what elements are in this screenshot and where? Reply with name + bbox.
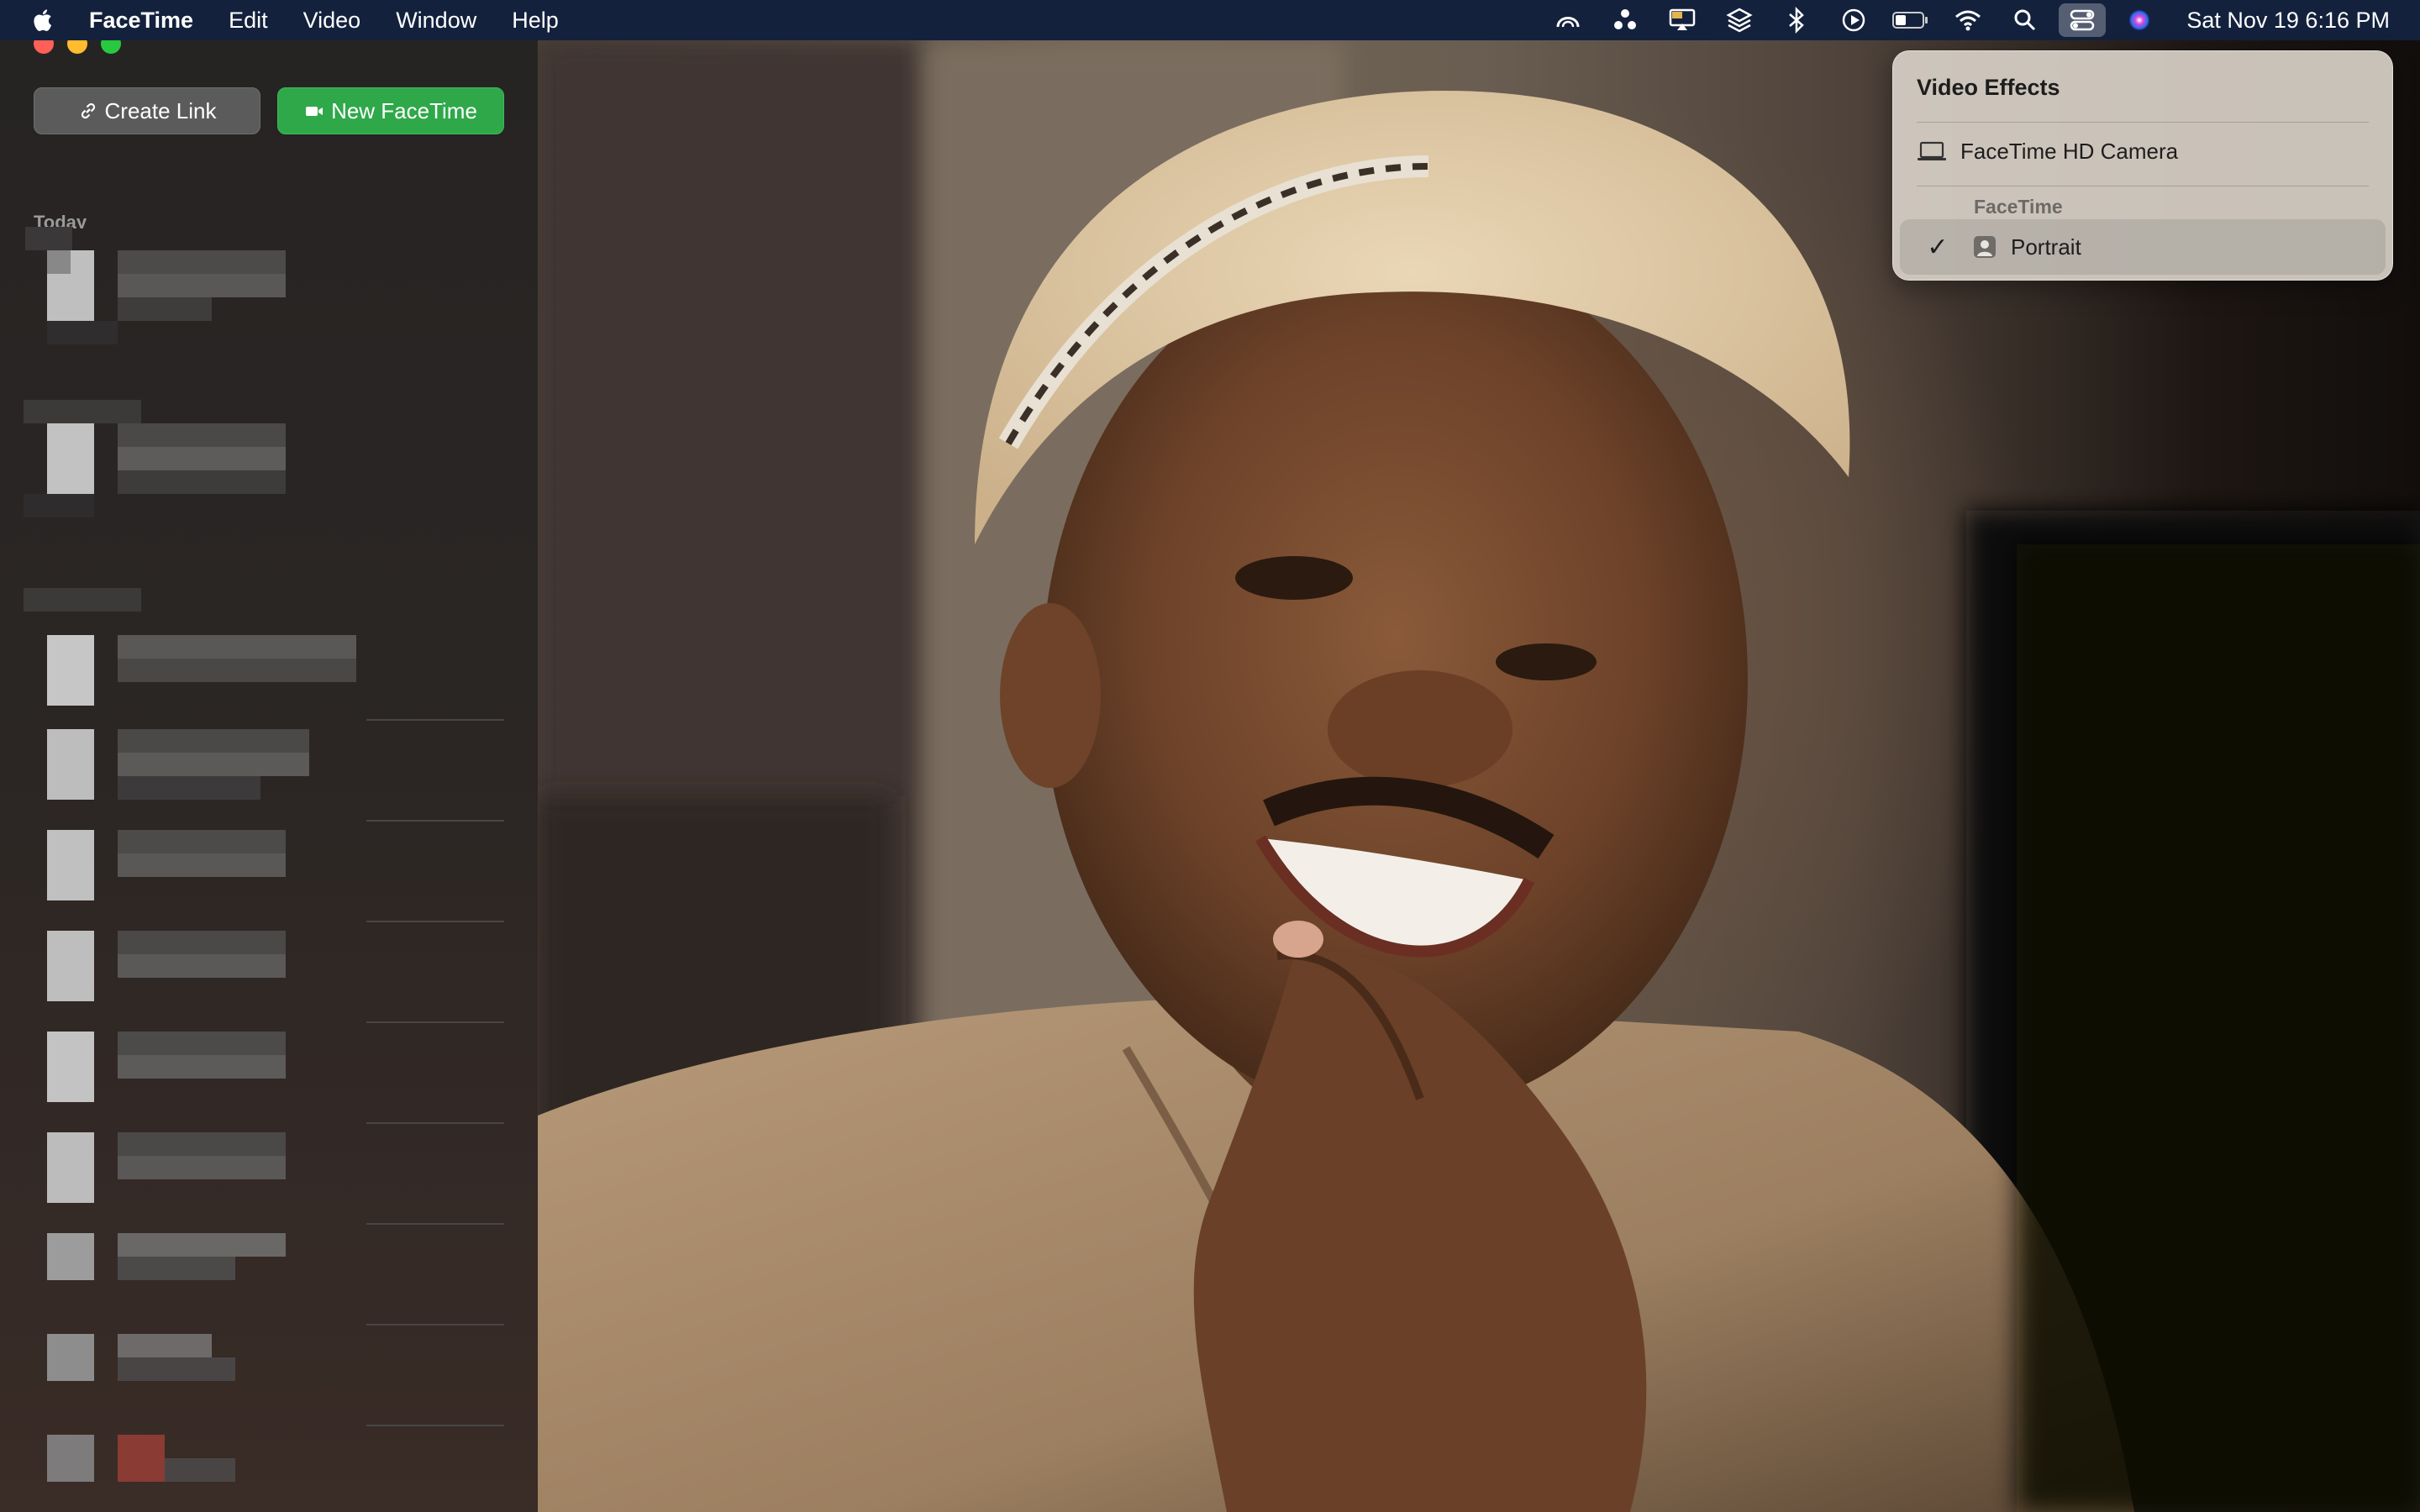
layers-icon[interactable] bbox=[1711, 0, 1768, 40]
list-item[interactable] bbox=[24, 1334, 528, 1426]
window-controls bbox=[34, 40, 121, 54]
menu-bar: FaceTime Edit Video Window Help Sat Nov … bbox=[0, 0, 2420, 40]
menu-edit[interactable]: Edit bbox=[211, 0, 286, 40]
link-icon bbox=[81, 102, 95, 119]
menu-facetime[interactable]: FaceTime bbox=[89, 0, 211, 40]
creative-cloud-icon[interactable] bbox=[1539, 0, 1597, 40]
transmit-icon[interactable] bbox=[1597, 0, 1654, 40]
menu-separator bbox=[1917, 122, 2369, 123]
control-center-icon[interactable] bbox=[2059, 3, 2107, 37]
bluetooth-icon[interactable] bbox=[1768, 0, 1825, 40]
list-divider bbox=[366, 921, 504, 922]
portrait-effect-label: Portrait bbox=[2011, 234, 2081, 260]
wifi-icon[interactable] bbox=[1939, 0, 1996, 40]
list-item[interactable] bbox=[24, 1233, 528, 1326]
video-effects-menu: Video Effects FaceTime HD Camera FaceTim… bbox=[1892, 50, 2393, 281]
list-item[interactable] bbox=[24, 1435, 528, 1512]
menu-help[interactable]: Help bbox=[494, 0, 576, 40]
list-item[interactable] bbox=[24, 612, 528, 706]
battery-icon[interactable] bbox=[1882, 0, 1939, 40]
laptop-icon bbox=[1918, 141, 1946, 160]
close-window-button[interactable] bbox=[34, 40, 54, 54]
list-item[interactable] bbox=[24, 227, 528, 344]
section-label-redacted bbox=[24, 588, 141, 612]
list-divider bbox=[366, 1122, 504, 1124]
list-divider bbox=[366, 1223, 504, 1225]
camera-source-label: FaceTime HD Camera bbox=[1960, 139, 2179, 164]
section-label-redacted bbox=[24, 400, 141, 423]
list-item[interactable] bbox=[24, 1032, 528, 1124]
portrait-effect-item[interactable]: ✓ Portrait bbox=[1900, 219, 2386, 275]
sidebar: Create Link New FaceTime Today bbox=[0, 40, 539, 1512]
list-item[interactable] bbox=[24, 830, 528, 922]
list-divider bbox=[366, 820, 504, 822]
camera-source-item[interactable]: FaceTime HD Camera bbox=[1917, 139, 2178, 165]
effects-group-label: FaceTime bbox=[1974, 196, 2063, 218]
list-divider bbox=[366, 719, 504, 721]
new-facetime-button[interactable]: New FaceTime bbox=[277, 87, 504, 134]
list-divider bbox=[366, 1425, 504, 1426]
menubar-clock[interactable]: Sat Nov 19 6:16 PM bbox=[2168, 8, 2420, 34]
minimize-window-button[interactable] bbox=[67, 40, 87, 54]
checkmark-icon: ✓ bbox=[1927, 233, 1949, 261]
play-circle-icon[interactable] bbox=[1825, 0, 1882, 40]
create-link-label: Create Link bbox=[104, 97, 217, 123]
zoom-window-button[interactable] bbox=[101, 40, 121, 54]
section-label-today: Today bbox=[34, 212, 87, 228]
menu-window[interactable]: Window bbox=[378, 0, 494, 40]
list-item[interactable] bbox=[24, 1132, 528, 1225]
video-effects-title: Video Effects bbox=[1917, 75, 2060, 100]
new-facetime-label: New FaceTime bbox=[331, 97, 477, 123]
portrait-icon bbox=[1974, 236, 1996, 258]
list-divider bbox=[366, 1021, 504, 1023]
list-divider bbox=[366, 1324, 504, 1326]
video-camera-icon bbox=[306, 107, 324, 116]
list-item[interactable] bbox=[24, 931, 528, 1023]
spotlight-search-icon[interactable] bbox=[1996, 0, 2054, 40]
create-link-button[interactable]: Create Link bbox=[34, 87, 260, 134]
apple-menu-icon[interactable] bbox=[30, 6, 59, 34]
menu-video[interactable]: Video bbox=[286, 0, 379, 40]
airplay-display-icon[interactable] bbox=[1654, 0, 1711, 40]
siri-icon[interactable] bbox=[2111, 0, 2168, 40]
list-item[interactable] bbox=[24, 423, 528, 517]
list-item[interactable] bbox=[24, 729, 528, 822]
